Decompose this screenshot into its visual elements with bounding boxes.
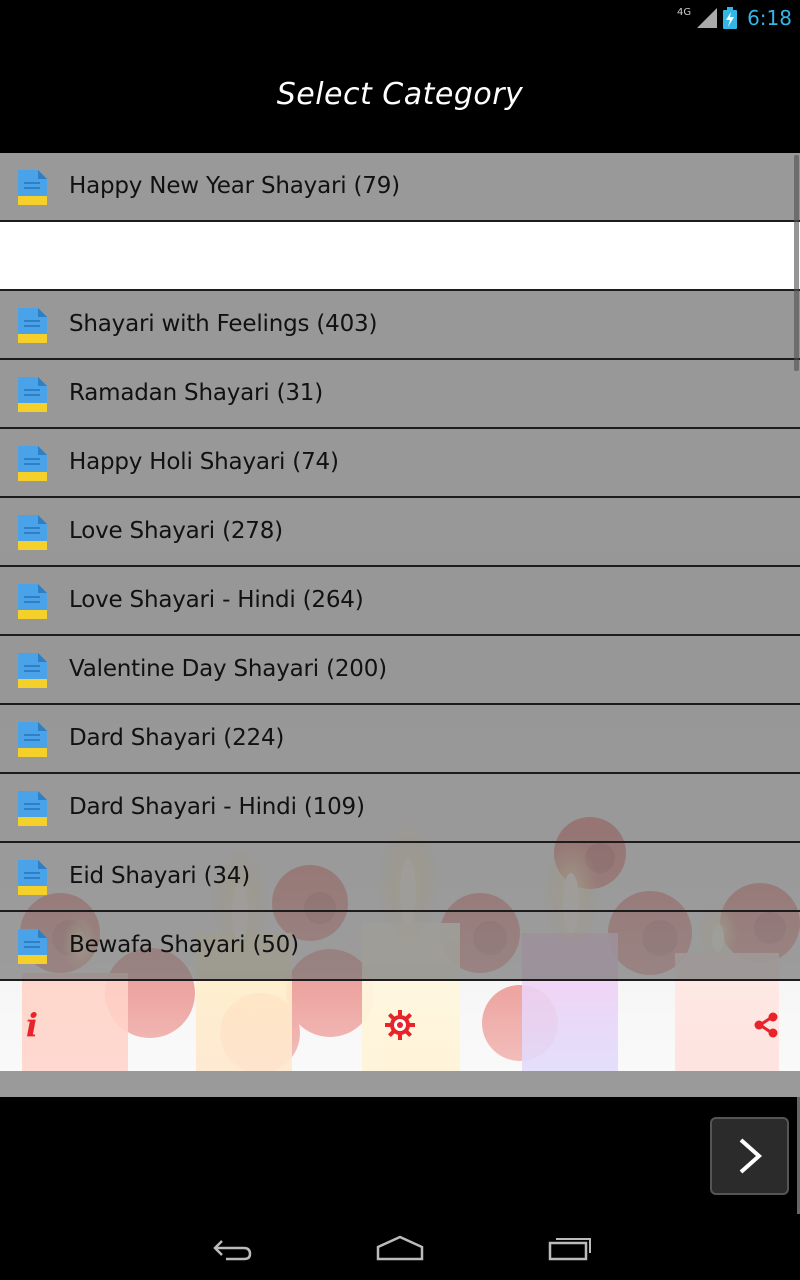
status-bar: 4G 6:18 <box>0 0 800 36</box>
document-icon <box>18 653 47 688</box>
document-icon <box>18 791 47 826</box>
category-item-bewafa[interactable]: Bewafa Shayari (50) <box>0 912 800 981</box>
category-item-happy-holi[interactable]: Happy Holi Shayari (74) <box>0 429 800 498</box>
share-icon <box>754 1012 778 1038</box>
network-type-label: 4G <box>676 6 692 18</box>
category-label: Ramadan Shayari (31) <box>69 380 323 406</box>
category-item-dard[interactable]: Dard Shayari (224) <box>0 705 800 774</box>
document-icon <box>18 446 47 481</box>
title-bar: Select Category <box>0 36 800 153</box>
category-label: Love Shayari (278) <box>69 518 283 544</box>
settings-button[interactable] <box>376 1001 424 1049</box>
recents-icon <box>548 1238 591 1261</box>
document-icon <box>18 722 47 757</box>
back-icon <box>213 1240 252 1261</box>
document-icon <box>18 515 47 550</box>
category-label: Happy New Year Shayari (79) <box>69 173 400 199</box>
category-label: Shayari with Feelings (403) <box>69 311 378 337</box>
category-item-love[interactable]: Love Shayari (278) <box>0 498 800 567</box>
page-title: Select Category <box>276 77 524 112</box>
document-icon <box>18 377 47 412</box>
category-item-eid[interactable]: Eid Shayari (34) <box>0 843 800 912</box>
category-label: Happy Holi Shayari (74) <box>69 449 339 475</box>
status-icons: 4G 6:18 <box>677 4 792 32</box>
category-item-blank[interactable] <box>0 222 800 291</box>
document-icon <box>18 860 47 895</box>
home-icon <box>376 1235 424 1261</box>
list-scrollbar[interactable] <box>794 155 799 371</box>
status-time: 6:18 <box>747 6 792 30</box>
category-item-valentine-day[interactable]: Valentine Day Shayari (200) <box>0 636 800 705</box>
info-button[interactable]: i <box>8 1001 56 1049</box>
category-screen: Happy New Year Shayari (79) Shayari with… <box>0 153 800 1097</box>
info-icon: i <box>25 1006 39 1044</box>
category-label: Valentine Day Shayari (200) <box>69 656 387 682</box>
category-item-dard-hindi[interactable]: Dard Shayari - Hindi (109) <box>0 774 800 843</box>
category-label: Love Shayari - Hindi (264) <box>69 587 364 613</box>
home-button[interactable] <box>370 1228 430 1268</box>
back-button[interactable] <box>200 1228 260 1268</box>
signal-icon <box>697 8 718 28</box>
category-list: Happy New Year Shayari (79) Shayari with… <box>0 153 800 981</box>
bottom-toolbar: i <box>0 979 800 1071</box>
document-icon <box>18 308 47 343</box>
share-button[interactable] <box>742 1001 790 1049</box>
divider-strip <box>0 1071 800 1097</box>
category-label: Eid Shayari (34) <box>69 863 250 889</box>
recents-button[interactable] <box>540 1228 600 1268</box>
category-label: Bewafa Shayari (50) <box>69 932 299 958</box>
settings-gear-icon <box>385 1010 415 1040</box>
document-icon <box>18 584 47 619</box>
category-item-ramadan[interactable]: Ramadan Shayari (31) <box>0 360 800 429</box>
category-item-love-hindi[interactable]: Love Shayari - Hindi (264) <box>0 567 800 636</box>
system-nav-bar <box>0 1214 800 1280</box>
category-item-happy-new-year[interactable]: Happy New Year Shayari (79) <box>0 153 800 222</box>
document-icon <box>18 929 47 964</box>
category-label: Dard Shayari (224) <box>69 725 285 751</box>
chevron-right-icon <box>739 1138 762 1174</box>
next-button[interactable] <box>710 1117 789 1195</box>
document-icon <box>18 170 47 205</box>
category-item-shayari-with-feelings[interactable]: Shayari with Feelings (403) <box>0 291 800 360</box>
battery-charging-icon <box>723 7 738 29</box>
ad-banner <box>0 1097 800 1214</box>
category-label: Dard Shayari - Hindi (109) <box>69 794 365 820</box>
